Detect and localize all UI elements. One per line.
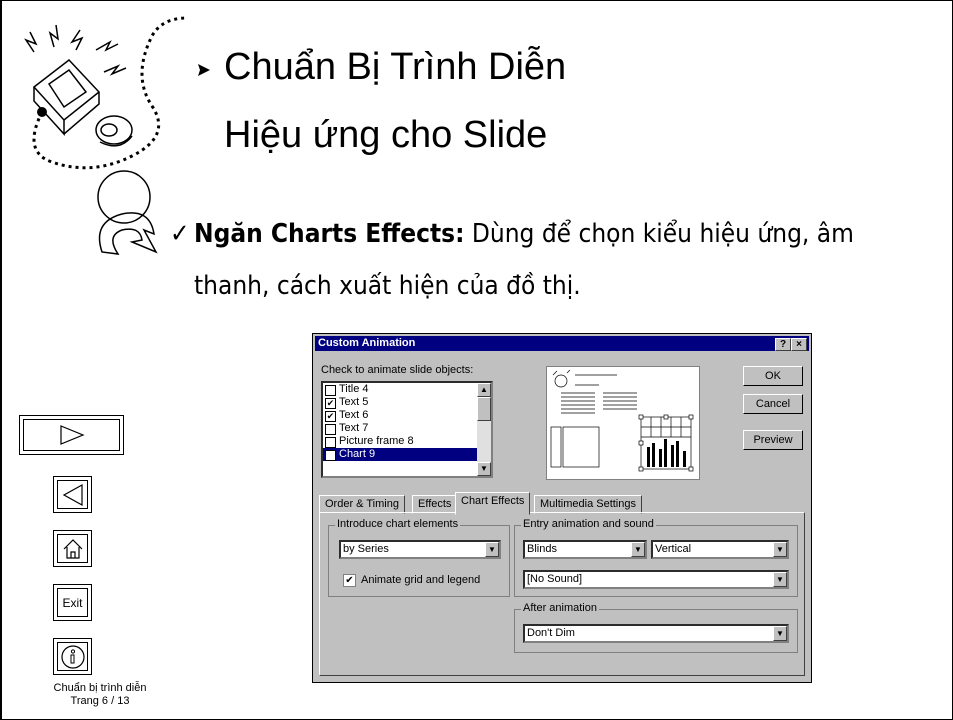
checkmark-icon: ✓ (170, 219, 190, 249)
help-button[interactable]: ? (775, 338, 791, 351)
list-item[interactable]: Picture frame 8 (323, 435, 491, 448)
slide-subtitle: Hiệu ứng cho Slide (224, 114, 548, 156)
cancel-button[interactable]: Cancel (743, 394, 803, 414)
home-icon (63, 538, 82, 559)
check-objects-label: Check to animate slide objects: (321, 364, 474, 376)
bullet-bold-text: Ngăn Charts Effects: (194, 219, 465, 249)
list-item[interactable]: ✔ Text 5 (323, 396, 491, 409)
previous-slide-button[interactable] (53, 476, 92, 513)
entry-effect-select[interactable]: Blinds ▼ (523, 540, 647, 559)
sound-select[interactable]: [No Sound] ▼ (523, 570, 789, 589)
list-scrollbar[interactable]: ▲ ▼ (477, 383, 491, 476)
slide-preview-thumbnail (546, 366, 700, 480)
exit-label: Exit (57, 588, 88, 617)
play-triangle-icon (59, 425, 85, 445)
slide-objects-list[interactable]: Title 4 ✔ Text 5 ✔ Text 6 Text 7 Picture frame… (321, 381, 493, 478)
scroll-down-icon[interactable]: ▼ (477, 462, 491, 476)
object-label: Picture frame 8 (339, 435, 414, 447)
info-button[interactable] (53, 638, 92, 675)
chevron-down-icon[interactable]: ▼ (773, 572, 787, 587)
after-animation-label: After animation (521, 602, 599, 614)
close-button[interactable]: × (791, 338, 807, 351)
ok-button[interactable]: OK (743, 366, 803, 386)
slide-title: Chuẩn Bị Trình Diễn (224, 46, 567, 88)
bullet-paragraph: ✓ Ngăn Charts Effects: Dùng để chọn kiểu … (170, 208, 934, 312)
presentation-clipart-icon (24, 16, 210, 255)
scroll-up-icon[interactable]: ▲ (477, 383, 491, 397)
entry-effect-value: Blinds (527, 543, 557, 555)
sound-value: [No Sound] (527, 573, 583, 585)
object-label: Title 4 (339, 383, 369, 395)
play-button[interactable] (19, 415, 124, 455)
custom-animation-dialog: Custom Animation ? × Check to animate sl… (312, 333, 812, 683)
entry-animation-label: Entry animation and sound (521, 518, 656, 530)
introduce-chart-select[interactable]: by Series ▼ (339, 540, 501, 559)
scroll-thumb[interactable] (477, 397, 491, 421)
back-triangle-icon (62, 483, 83, 506)
list-item[interactable]: Text 7 (323, 422, 491, 435)
chart-effects-panel: Introduce chart elements by Series ▼ ✔ A… (319, 512, 805, 676)
after-animation-select[interactable]: Don't Dim ▼ (523, 624, 789, 643)
chevron-down-icon[interactable]: ▼ (773, 626, 787, 641)
footer-page-number: Trang 6 / 13 (70, 695, 130, 707)
animate-grid-label: Animate grid and legend (361, 574, 481, 586)
object-label: Text 6 (339, 409, 369, 421)
exit-button[interactable]: Exit (53, 584, 92, 621)
slide-left-border (0, 0, 2, 720)
home-button[interactable] (53, 530, 92, 567)
object-label: Chart 9 (339, 448, 376, 460)
chevron-down-icon[interactable]: ▼ (773, 542, 787, 557)
entry-direction-value: Vertical (655, 543, 692, 555)
object-checkbox[interactable] (325, 385, 336, 396)
introduce-chart-value: by Series (343, 543, 389, 555)
dialog-title-bar: Custom Animation ? × (315, 336, 809, 351)
slide-preview-image (550, 369, 694, 472)
animate-grid-checkbox[interactable]: ✔ (343, 574, 356, 587)
list-item[interactable]: ✔ Text 6 (323, 409, 491, 422)
chevron-down-icon[interactable]: ▼ (631, 542, 645, 557)
object-checkbox[interactable]: ✔ (325, 398, 336, 409)
chevron-down-icon[interactable]: ▼ (485, 542, 499, 557)
object-checkbox[interactable] (325, 437, 336, 448)
footer-section-name: Chuẩn bị trình diễn (53, 682, 147, 694)
introduce-chart-group: Introduce chart elements by Series ▼ ✔ A… (328, 518, 510, 597)
tab-chart-effects[interactable]: Chart Effects (455, 492, 531, 515)
list-item[interactable]: ✔ Chart 9 (323, 448, 491, 461)
object-checkbox[interactable] (325, 424, 336, 435)
preview-button[interactable]: Preview (743, 430, 803, 450)
list-item[interactable]: Title 4 (323, 383, 491, 396)
object-checkbox[interactable]: ✔ (325, 450, 336, 461)
entry-direction-select[interactable]: Vertical ▼ (651, 540, 789, 559)
object-label: Text 5 (339, 396, 369, 408)
info-icon (60, 644, 85, 669)
object-checkbox[interactable]: ✔ (325, 411, 336, 422)
introduce-chart-label: Introduce chart elements (335, 518, 461, 530)
object-label: Text 7 (339, 422, 369, 434)
after-animation-value: Don't Dim (527, 627, 575, 639)
entry-animation-group: Entry animation and sound Blinds ▼ Verti… (514, 518, 798, 597)
after-animation-group: After animation Don't Dim ▼ (514, 602, 798, 653)
dialog-title: Custom Animation (318, 337, 416, 349)
